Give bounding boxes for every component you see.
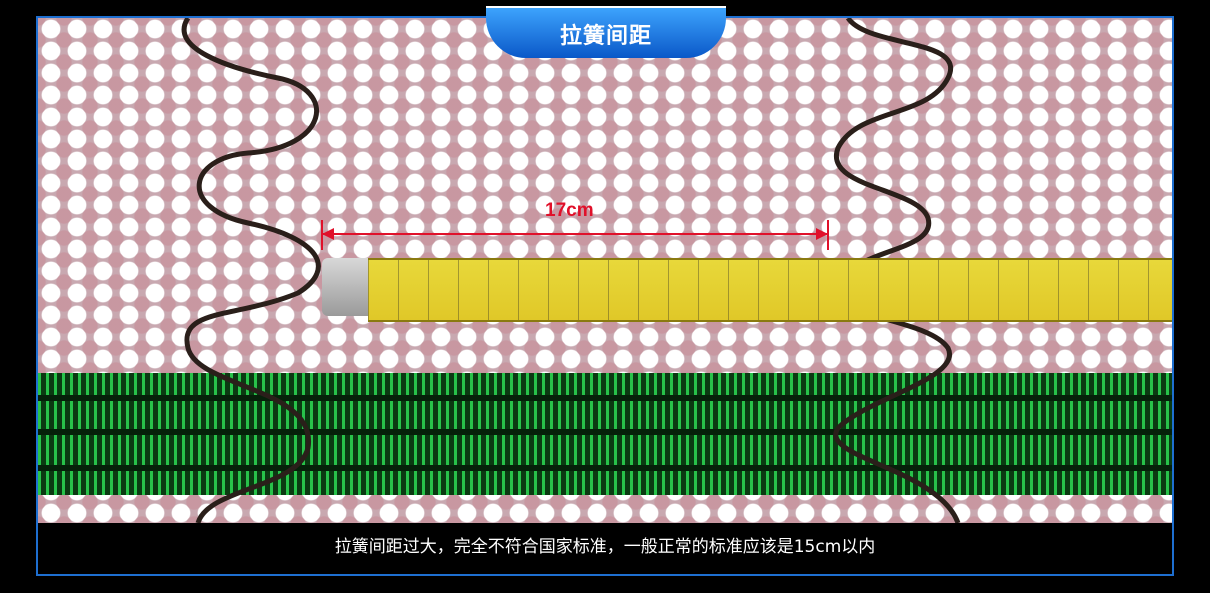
product-photo [38,18,1172,523]
page-title: 拉簧间距 [559,24,652,49]
measurement-label: 17cm [545,200,594,221]
measurement-arrow [321,220,829,250]
caption-text: 拉簧间距过大，完全不符合国家标准，一般正常的标准应该是15cm以内 [334,537,876,557]
